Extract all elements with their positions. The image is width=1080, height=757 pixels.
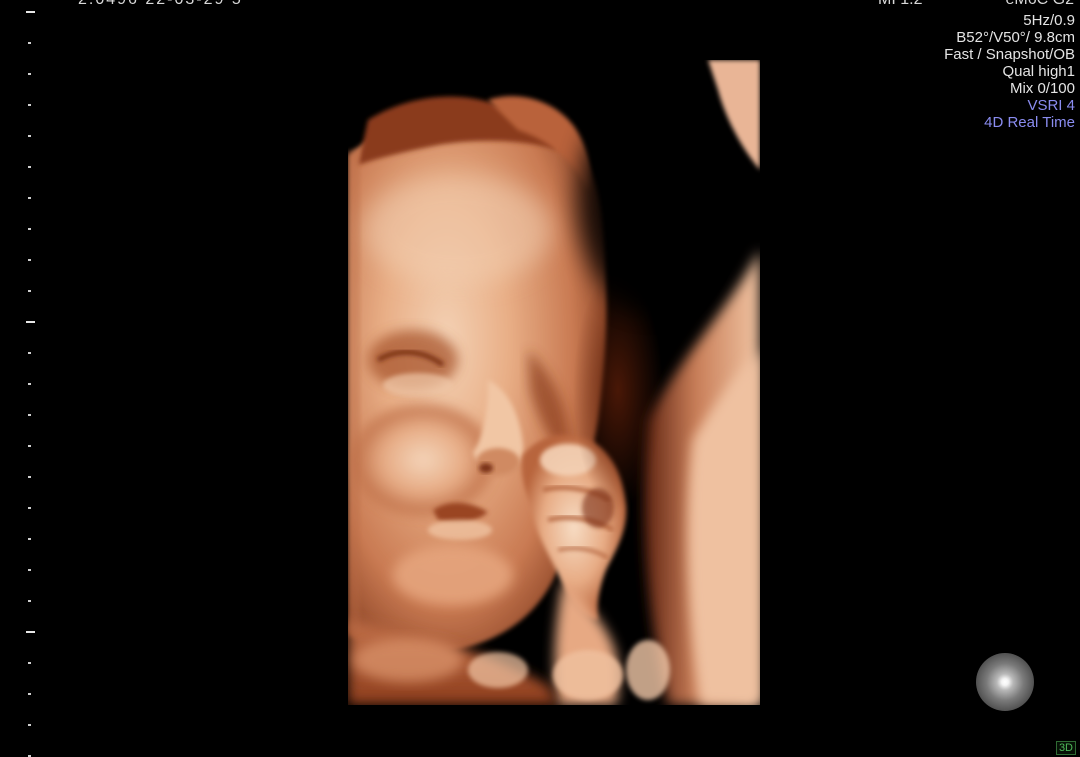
depth-tick <box>28 662 31 664</box>
ultrasound-screen: 2:0496 22-03-29 5 MI 1.2 eM6C G2 5Hz/0.9… <box>0 0 1080 757</box>
depth-tick <box>28 290 31 292</box>
3d-render-viewport[interactable] <box>348 60 760 705</box>
depth-tick <box>28 352 31 354</box>
fetal-face-render <box>348 60 760 705</box>
depth-tick <box>28 197 31 199</box>
depth-tick <box>28 507 31 509</box>
parameter-line: Fast / Snapshot/OB <box>944 46 1075 63</box>
top-status-strip: 2:0496 22-03-29 5 MI 1.2 eM6C G2 <box>0 0 1080 10</box>
depth-tick-major <box>26 631 35 633</box>
depth-tick <box>28 228 31 230</box>
probe-readout: eM6C G2 <box>1006 0 1074 9</box>
depth-tick <box>28 166 31 168</box>
depth-tick <box>28 538 31 540</box>
depth-tick <box>28 104 31 106</box>
parameter-line: 5Hz/0.9 <box>1023 12 1075 29</box>
depth-tick <box>28 135 31 137</box>
depth-tick <box>28 476 31 478</box>
datetime-readout: 2:0496 22-03-29 5 <box>78 0 243 9</box>
parameter-panel: 5Hz/0.9 B52°/V50°/ 9.8cm Fast / Snapshot/O… <box>944 12 1075 131</box>
mechanical-index-readout: MI 1.2 <box>878 0 922 9</box>
depth-tick <box>28 383 31 385</box>
depth-tick <box>28 73 31 75</box>
depth-tick <box>28 414 31 416</box>
depth-tick <box>28 569 31 571</box>
depth-tick <box>28 600 31 602</box>
depth-tick-major <box>26 321 35 323</box>
depth-tick <box>28 724 31 726</box>
parameter-line: B52°/V50°/ 9.8cm <box>956 29 1075 46</box>
depth-tick <box>28 445 31 447</box>
depth-scale <box>26 0 40 757</box>
parameter-line: Mix 0/100 <box>1009 80 1075 97</box>
mode-label: 3D <box>1055 741 1076 755</box>
parameter-line: VSRI 4 <box>1027 97 1075 114</box>
parameter-line: 4D Real Time <box>984 114 1075 131</box>
parameter-line: Qual high1 <box>1002 63 1075 80</box>
depth-tick <box>28 259 31 261</box>
depth-tick <box>28 693 31 695</box>
depth-tick <box>28 42 31 44</box>
depth-tick-major <box>26 11 35 13</box>
orientation-sphere-icon[interactable] <box>976 653 1034 711</box>
